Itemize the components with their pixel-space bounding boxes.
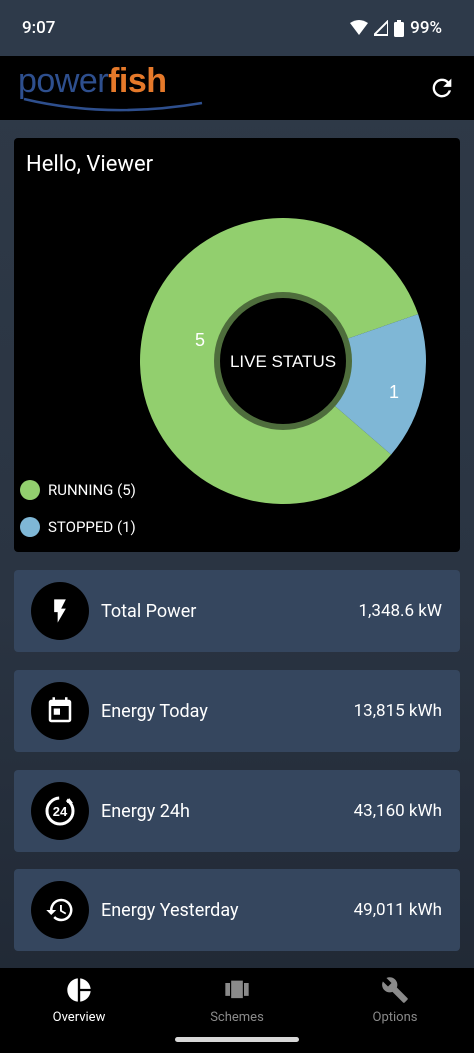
legend-running-label: RUNNING (5) [48, 480, 136, 499]
clock: 9:07 [22, 18, 56, 38]
schemes-icon [225, 980, 249, 999]
system-status-bar: 9:07 99% [0, 0, 474, 56]
tools-icon [382, 977, 408, 1003]
logo-swoosh [23, 97, 203, 112]
legend-running[interactable]: RUNNING (5) [20, 471, 136, 508]
greeting: Hello, Viewer [26, 152, 154, 177]
metric-value: 13,815 kWh [353, 701, 442, 721]
total-power-card[interactable]: Total Power 1,348.6 kW [14, 570, 460, 652]
battery-percent: 99% [410, 18, 442, 38]
refresh-icon [432, 78, 452, 98]
nav-overview-label: Overview [52, 1010, 106, 1025]
metric-value: 1,348.6 kW [358, 601, 442, 621]
stopped-slice-label: 1 [389, 382, 399, 402]
donut-center-label: LIVE STATUS [230, 352, 336, 371]
nav-options-label: Options [372, 1010, 418, 1025]
legend-stopped[interactable]: STOPPED (1) [20, 508, 136, 545]
svg-text:24: 24 [53, 804, 68, 819]
energy-yesterday-card[interactable]: Energy Yesterday 49,011 kWh [14, 869, 460, 951]
refresh-button[interactable] [426, 72, 458, 104]
metric-label: Total Power [101, 600, 197, 622]
live-status-card: Hello, Viewer LIVE STATUS 5 1 RUNNING (5… [14, 138, 460, 552]
running-slice-label: 5 [195, 330, 205, 350]
history-icon [31, 881, 89, 939]
nav-overview[interactable]: Overview [0, 968, 158, 1053]
legend-running-swatch [20, 479, 40, 500]
24h-icon: 24 [31, 782, 89, 840]
metric-value: 49,011 kWh [353, 900, 442, 920]
legend-stopped-label: STOPPED (1) [48, 517, 136, 536]
wifi-icon [350, 20, 369, 35]
live-status-donut-chart: LIVE STATUS 5 1 [140, 218, 426, 504]
calendar-icon [31, 682, 89, 740]
energy-today-card[interactable]: Energy Today 13,815 kWh [14, 670, 460, 752]
battery-icon [394, 19, 405, 37]
chart-legend: RUNNING (5) STOPPED (1) [20, 471, 136, 545]
metric-label: Energy Today [101, 700, 208, 722]
legend-stopped-swatch [20, 516, 40, 537]
nav-options[interactable]: Options [316, 968, 474, 1053]
home-indicator [175, 1037, 299, 1042]
cell-signal-icon [374, 20, 389, 36]
metric-label: Energy 24h [101, 800, 190, 822]
metric-value: 43,160 kWh [353, 801, 442, 821]
powerfish-logo: powerfish [18, 61, 208, 115]
pie-chart-icon [67, 978, 91, 1002]
energy-24h-card[interactable]: 24 Energy 24h 43,160 kWh [14, 770, 460, 852]
bolt-icon [31, 582, 89, 640]
nav-schemes-label: Schemes [210, 1010, 264, 1025]
app-bar: powerfish [0, 56, 474, 120]
metric-label: Energy Yesterday [101, 899, 239, 921]
status-icons: 99% [350, 18, 442, 38]
